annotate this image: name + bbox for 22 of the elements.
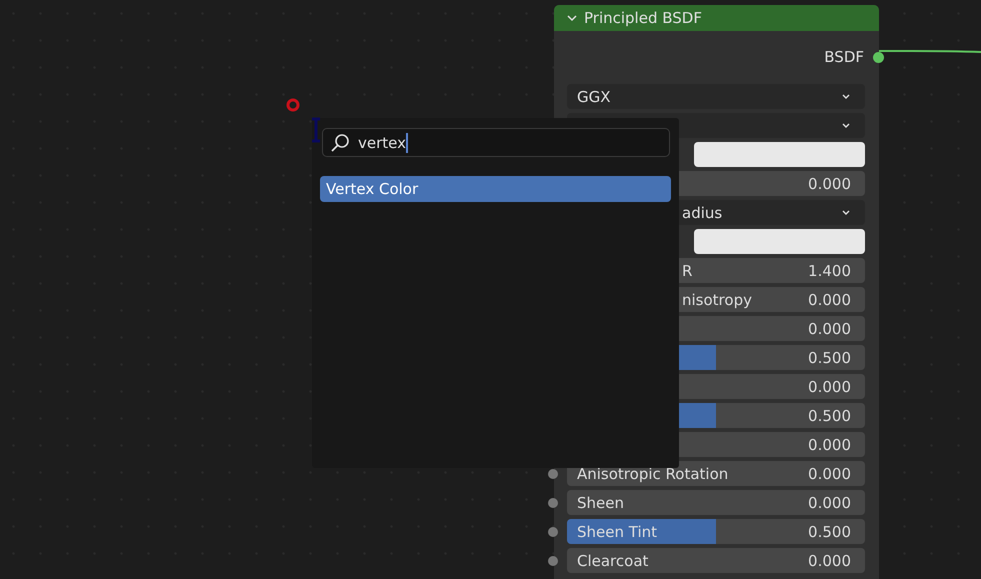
input-socket[interactable] [548, 527, 558, 537]
input-socket[interactable] [548, 498, 558, 508]
output-socket[interactable] [873, 52, 884, 62]
number-field[interactable]: Clearcoat 0.000 [567, 548, 865, 573]
caret-icon [841, 208, 851, 216]
search-field[interactable]: vertex [322, 128, 670, 157]
slider-field[interactable]: Sheen Tint 0.500 [567, 519, 865, 544]
node-title: Principled BSDF [584, 9, 702, 27]
search-icon [330, 132, 350, 152]
caret-icon [841, 92, 851, 100]
node-header[interactable]: Principled BSDF [554, 5, 879, 31]
output-label: BSDF [824, 48, 864, 66]
text-cursor-icon [310, 117, 322, 143]
input-socket[interactable] [548, 469, 558, 479]
color-swatch[interactable] [694, 229, 865, 254]
color-swatch[interactable] [694, 142, 865, 167]
search-result[interactable]: Vertex Color [320, 176, 671, 202]
number-field[interactable]: Sheen 0.000 [567, 490, 865, 515]
input-socket[interactable] [548, 556, 558, 566]
dropdown[interactable]: GGX [567, 84, 865, 109]
ring-icon [286, 98, 300, 112]
caret-icon [841, 122, 851, 130]
